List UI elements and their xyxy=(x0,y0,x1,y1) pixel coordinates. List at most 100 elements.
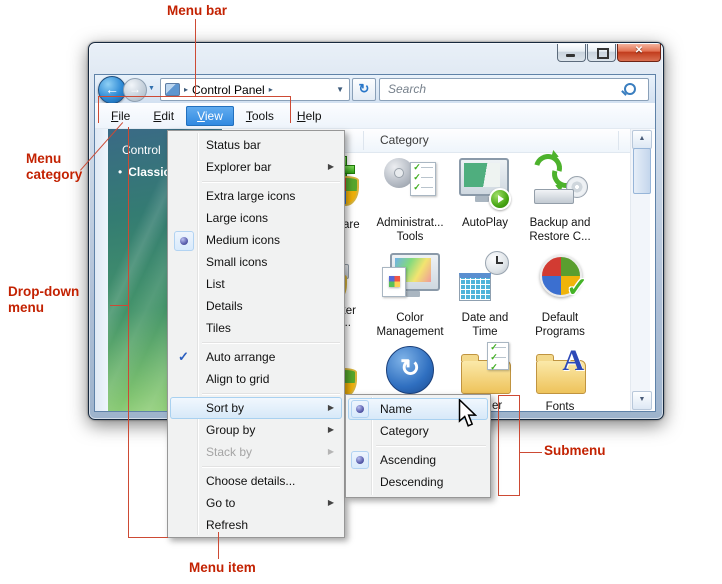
menu-separator xyxy=(202,466,340,467)
tile-folder-options[interactable]: ✓✓✓ xyxy=(448,342,522,398)
tile-label: Date andTime xyxy=(448,311,522,339)
column-header-category[interactable]: Category xyxy=(380,133,429,147)
tile-autoplay[interactable]: AutoPlay xyxy=(448,154,522,230)
back-button[interactable]: ← xyxy=(98,76,126,104)
annotation-line xyxy=(110,305,129,306)
menu-item-stack-by: Stack by▶ xyxy=(170,441,342,463)
menu-view[interactable]: View xyxy=(186,106,234,126)
tile-date-time[interactable]: Date andTime xyxy=(448,249,522,339)
scroll-up-button[interactable]: ▲ xyxy=(632,130,652,149)
folder-options-icon: ✓✓✓ xyxy=(457,342,513,398)
administrative-tools-icon: ✓✓✓ xyxy=(382,154,438,210)
annotation-drop-down-menu: Drop-down menu xyxy=(8,284,100,316)
submenu-item-ascending[interactable]: Ascending xyxy=(348,449,488,471)
recent-pages-chevron-icon[interactable]: ▼ xyxy=(148,85,155,92)
menu-item-status-bar[interactable]: Status bar xyxy=(170,134,342,156)
minimize-icon xyxy=(566,54,575,57)
annotation-line xyxy=(128,127,129,538)
radio-selected-icon xyxy=(351,451,369,469)
tile-label: ColorManagement xyxy=(373,311,447,339)
annotation-line xyxy=(98,96,291,97)
scroll-down-button[interactable]: ▼ xyxy=(632,391,652,410)
scroll-up-icon: ▲ xyxy=(639,135,646,142)
mouse-cursor xyxy=(458,399,477,433)
tile-backup-restore[interactable]: Backup andRestore C... xyxy=(523,154,597,244)
menu-item-tiles[interactable]: Tiles xyxy=(170,317,342,339)
scroll-down-icon: ▼ xyxy=(639,396,646,403)
submenu-item-descending[interactable]: Descending xyxy=(348,471,488,493)
annotation-line xyxy=(290,96,291,123)
menu-bar: File Edit View Tools Help xyxy=(95,103,655,129)
partial-label-folder-options: er xyxy=(492,400,502,412)
search-placeholder: Search xyxy=(388,82,426,96)
minimize-button[interactable] xyxy=(557,44,586,62)
menu-item-extra-large-icons[interactable]: Extra large icons xyxy=(170,185,342,207)
menu-item-explorer-bar[interactable]: Explorer bar▶ xyxy=(170,156,342,178)
forward-button[interactable]: → xyxy=(123,78,147,102)
backup-restore-icon xyxy=(532,154,588,210)
check-icon: ✓ xyxy=(178,346,189,368)
menu-item-refresh[interactable]: Refresh xyxy=(170,514,342,536)
maximize-button[interactable] xyxy=(587,44,616,62)
annotation-menu-category: Menu category xyxy=(26,151,106,183)
view-dropdown-menu: Status bar Explorer bar▶ Extra large ico… xyxy=(167,130,345,538)
column-divider xyxy=(618,131,619,150)
refresh-button[interactable]: ↻ xyxy=(352,78,376,101)
menu-item-auto-arrange[interactable]: ✓Auto arrange xyxy=(170,346,342,368)
color-management-icon xyxy=(382,249,438,305)
menu-edit[interactable]: Edit xyxy=(142,106,185,126)
search-box[interactable]: Search xyxy=(379,78,649,101)
submenu-arrow-icon: ▶ xyxy=(328,397,334,419)
date-time-icon xyxy=(457,249,513,305)
tile-fonts[interactable]: A Fonts xyxy=(523,342,597,411)
tile-label: Backup andRestore C... xyxy=(523,216,597,244)
menu-tools[interactable]: Tools xyxy=(235,106,285,126)
menu-separator xyxy=(202,393,340,394)
tile-label: Fonts xyxy=(523,400,597,411)
default-programs-icon: ✓ xyxy=(532,249,588,305)
menu-help[interactable]: Help xyxy=(286,106,333,126)
control-panel-icon xyxy=(165,83,180,96)
radio-selected-icon xyxy=(351,400,369,418)
column-divider xyxy=(363,131,364,150)
breadcrumb-arrow-icon: ▸ xyxy=(184,85,188,94)
partial-label-add-hardware: are xyxy=(343,219,360,231)
breadcrumb-arrow-icon[interactable]: ▸ xyxy=(269,85,273,94)
tile-ease-of-access[interactable]: ↻ xyxy=(373,342,447,398)
address-breadcrumb[interactable]: ▸ Control Panel ▸ ▼ xyxy=(160,78,350,101)
ease-of-access-icon: ↻ xyxy=(382,342,438,398)
menu-item-large-icons[interactable]: Large icons xyxy=(170,207,342,229)
tile-label: AutoPlay xyxy=(448,216,522,230)
screenshot-root: ✕ ← → ▼ ▸ Control Panel ▸ ▼ ↻ Search Fil… xyxy=(0,0,722,584)
menu-item-details[interactable]: Details xyxy=(170,295,342,317)
tile-label: DefaultPrograms xyxy=(523,311,597,339)
menu-item-list[interactable]: List xyxy=(170,273,342,295)
menu-item-small-icons[interactable]: Small icons xyxy=(170,251,342,273)
tile-color-management[interactable]: ColorManagement xyxy=(373,249,447,339)
menu-item-align-to-grid[interactable]: Align to grid xyxy=(170,368,342,390)
tile-administrative-tools[interactable]: ✓✓✓ Administrat...Tools xyxy=(373,154,447,244)
address-dropdown-icon[interactable]: ▼ xyxy=(336,85,344,94)
menu-item-group-by[interactable]: Group by▶ xyxy=(170,419,342,441)
annotation-menu-bar: Menu bar xyxy=(167,3,227,19)
menu-item-medium-icons[interactable]: Medium icons xyxy=(170,229,342,251)
autoplay-icon xyxy=(457,154,513,210)
annotation-line xyxy=(218,532,219,559)
submenu-arrow-icon: ▶ xyxy=(328,156,334,178)
annotation-line xyxy=(128,537,168,538)
submenu-arrow-icon: ▶ xyxy=(328,441,334,463)
menu-item-sort-by[interactable]: Sort by▶ xyxy=(170,397,342,419)
menu-item-go-to[interactable]: Go to▶ xyxy=(170,492,342,514)
close-button[interactable]: ✕ xyxy=(617,44,661,62)
breadcrumb-location[interactable]: Control Panel xyxy=(192,83,265,97)
bullet-icon: • xyxy=(118,165,122,179)
menu-item-choose-details[interactable]: Choose details... xyxy=(170,470,342,492)
menu-separator xyxy=(376,445,486,446)
window-controls: ✕ xyxy=(556,44,661,61)
annotation-menu-item: Menu item xyxy=(189,560,256,576)
search-icon xyxy=(624,83,636,95)
scrollbar-thumb[interactable] xyxy=(633,148,651,194)
annotation-line xyxy=(98,96,99,123)
vertical-scrollbar[interactable]: ▲ ▼ xyxy=(630,129,650,411)
tile-default-programs[interactable]: ✓ DefaultPrograms xyxy=(523,249,597,339)
